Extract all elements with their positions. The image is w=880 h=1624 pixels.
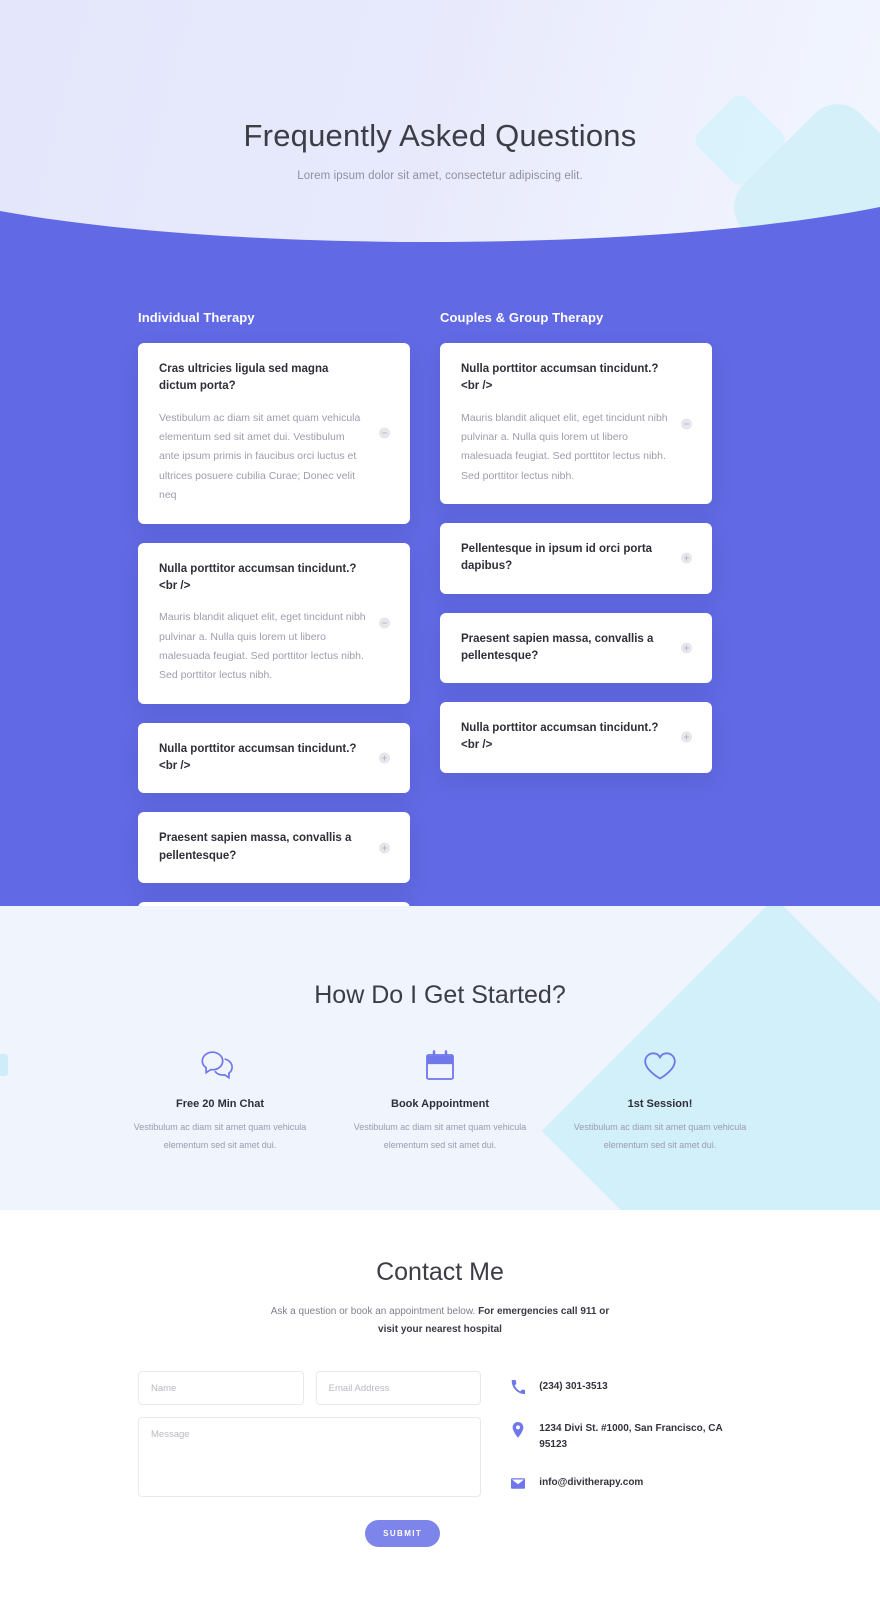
faq-item[interactable]: Nulla porttitor accumsan tincidunt.?<br … [440,702,712,773]
faq-column-title: Individual Therapy [138,310,255,325]
contact-info-address: 1234 Divi St. #1000, San Francisco, CA 9… [511,1421,742,1453]
faq-question: Nulla porttitor accumsan tincidunt.?<br … [461,722,659,752]
submit-button[interactable]: SUBMIT [365,1520,441,1547]
submit-wrap: SUBMIT [138,1502,481,1547]
step-title: Book Appointment [391,1098,489,1110]
message-input[interactable] [138,1417,482,1497]
step-description: Vestibulum ac diam sit amet quam vehicul… [133,1122,307,1150]
faq-item[interactable]: Cras ultricies ligula sed magna dictum p… [138,343,410,524]
faq-question: Praesent sapien massa, convallis a pelle… [159,832,352,862]
faq-answer: Mauris blandit aliquet elit, eget tincid… [461,411,668,482]
location-pin-icon [511,1421,525,1443]
phone-icon [511,1379,527,1399]
envelope-icon [511,1475,526,1494]
contact-body: SUBMIT (234) 301-3513 [0,1338,880,1547]
hero-bottom-curve [0,207,880,252]
faq-contact-page: Frequently Asked Questions Lorem ipsum d… [0,0,880,1624]
chat-bubbles-icon [110,1046,330,1086]
get-started-title: How Do I Get Started? [314,981,566,1009]
step-free-chat: Free 20 Min Chat Vestibulum ac diam sit … [110,1046,330,1154]
faq-question: Nulla porttitor accumsan tincidunt.?<br … [159,742,357,773]
faq-columns: Individual Therapy Cras ultricies ligula… [0,270,880,991]
faq-item[interactable]: Nulla porttitor accumsan tincidunt.?<br … [440,343,712,505]
faq-section: Individual Therapy Cras ultricies ligula… [0,252,880,1051]
contact-form-row [138,1371,482,1405]
heart-icon [550,1046,770,1086]
faq-toggle-plus-icon[interactable] [681,642,692,654]
contact-info-text: 1234 Divi St. #1000, San Francisco, CA 9… [539,1423,723,1450]
faq-toggle-minus-icon[interactable] [379,617,390,629]
step-book-appointment: Book Appointment Vestibulum ac diam sit … [330,1046,550,1154]
faq-question: Pellentesque in ipsum id orci porta dapi… [461,543,653,573]
faq-column-title: Couples & Group Therapy [440,310,604,325]
contact-info-text: info@divitherapy.com [539,1477,644,1488]
faq-item[interactable]: Pellentesque in ipsum id orci porta dapi… [440,523,712,594]
step-description: Vestibulum ac diam sit amet quam vehicul… [573,1122,747,1150]
faq-toggle-plus-icon[interactable] [379,842,390,854]
step-title: 1st Session! [627,1098,693,1110]
contact-form: SUBMIT [138,1371,482,1547]
contact-section: Contact Me Ask a question or book an app… [0,1210,880,1624]
hero-subtitle: Lorem ipsum dolor sit amet, consectetur … [297,170,583,182]
faq-question: Praesent sapien massa, convallis a pelle… [461,632,654,662]
email-input[interactable] [315,1371,482,1405]
faq-question: Nulla porttitor accumsan tincidunt.?<br … [159,562,357,592]
hero-section: Frequently Asked Questions Lorem ipsum d… [0,0,880,252]
faq-question: Nulla porttitor accumsan tincidunt.?<br … [461,363,659,393]
contact-subtitle-plain: Ask a question or book an appointment be… [270,1306,479,1317]
faq-question: Cras ultricies ligula sed magna dictum p… [159,363,329,393]
name-input[interactable] [138,1371,304,1405]
step-title: Free 20 Min Chat [175,1098,265,1110]
contact-info-phone: (234) 301-3513 [511,1379,742,1399]
get-started-content: How Do I Get Started? Free 20 Min Chat V… [0,906,880,1154]
contact-info-email: info@divitherapy.com [511,1475,742,1494]
step-description: Vestibulum ac diam sit amet quam vehicul… [353,1122,527,1150]
step-first-session: 1st Session! Vestibulum ac diam sit amet… [550,1046,770,1154]
faq-toggle-minus-icon[interactable] [379,427,390,439]
faq-answer: Vestibulum ac diam sit amet quam vehicul… [159,411,361,502]
faq-toggle-plus-icon[interactable] [681,731,692,743]
calendar-icon [330,1046,550,1086]
page-title: Frequently Asked Questions [243,118,637,153]
contact-info-text: (234) 301-3513 [539,1381,608,1392]
faq-toggle-plus-icon[interactable] [681,552,692,564]
faq-item[interactable]: Praesent sapien massa, convallis a pelle… [440,612,712,684]
hero-content: Frequently Asked Questions Lorem ipsum d… [0,0,880,182]
get-started-section: How Do I Get Started? Free 20 Min Chat V… [0,906,880,1210]
contact-subtitle: Ask a question or book an appointment be… [260,1303,620,1338]
faq-toggle-plus-icon[interactable] [379,752,390,764]
faq-column-couples-group-therapy: Couples & Group Therapy Nulla porttitor … [440,310,712,991]
faq-column-individual-therapy: Individual Therapy Cras ultricies ligula… [138,310,410,991]
faq-item[interactable]: Nulla porttitor accumsan tincidunt.?<br … [138,542,410,704]
steps-row: Free 20 Min Chat Vestibulum ac diam sit … [0,1010,880,1154]
faq-toggle-minus-icon[interactable] [681,418,692,430]
contact-info-list: (234) 301-3513 1234 Divi St. #1000, San … [511,1371,742,1547]
faq-answer: Mauris blandit aliquet elit, eget tincid… [159,611,366,682]
faq-item[interactable]: Nulla porttitor accumsan tincidunt.?<br … [138,722,410,794]
contact-title: Contact Me [376,1258,504,1286]
faq-item[interactable]: Praesent sapien massa, convallis a pelle… [138,812,410,883]
